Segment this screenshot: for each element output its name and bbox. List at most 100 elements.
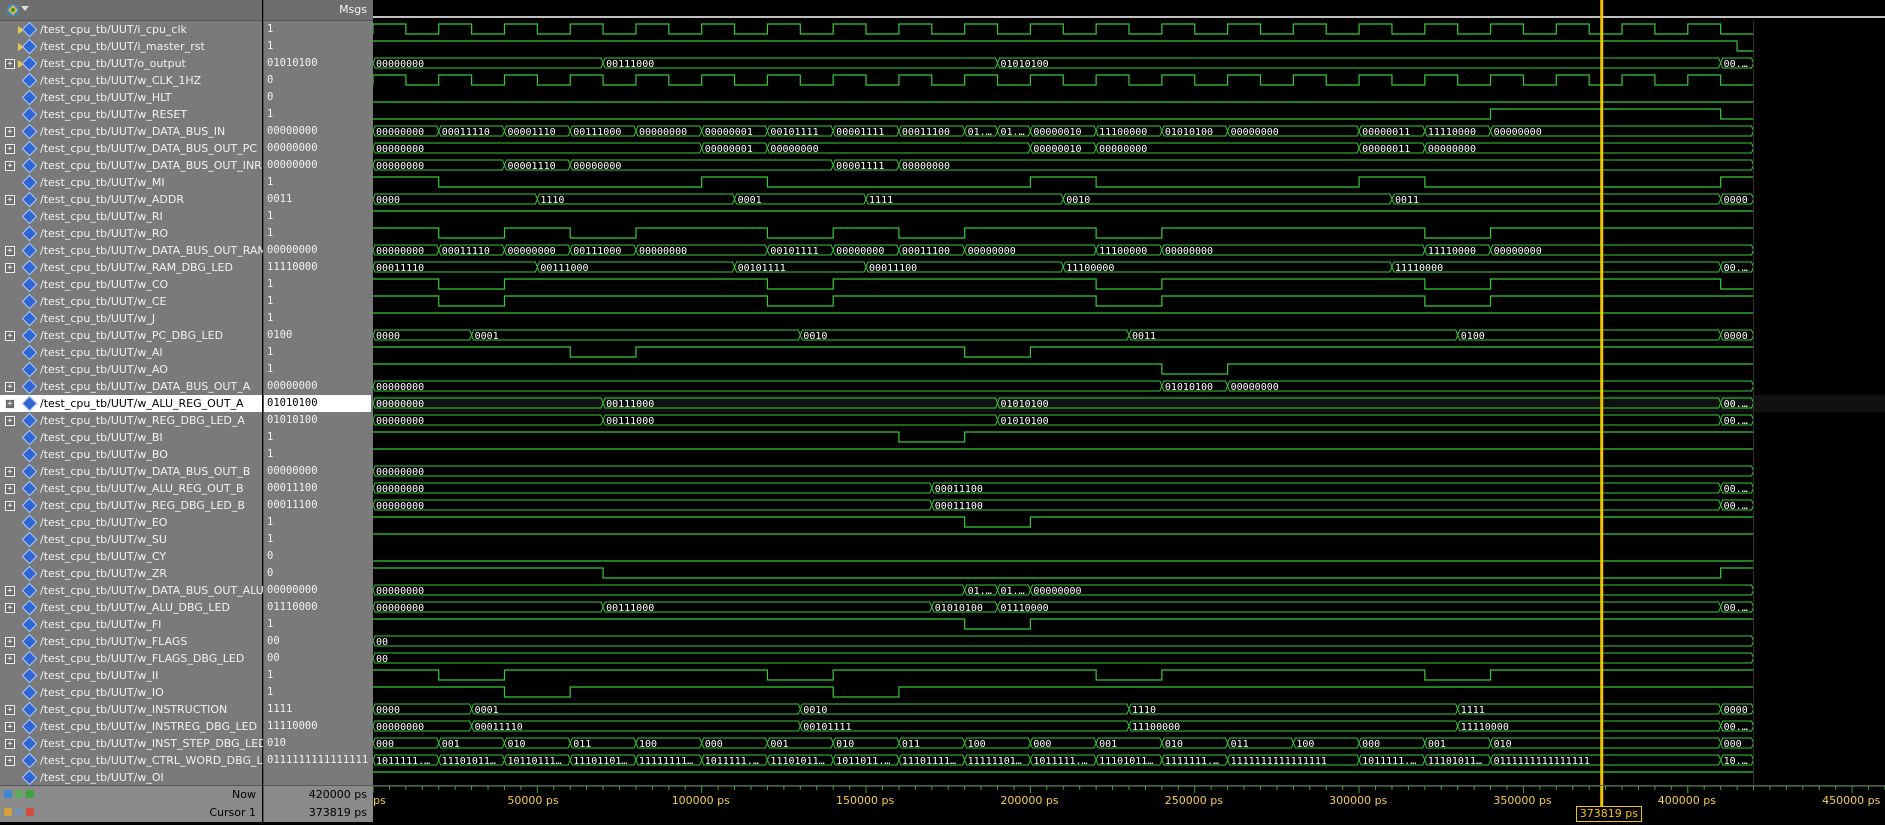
bus-segment[interactable] xyxy=(471,329,801,341)
bus-waveform[interactable]: 00000000 00011110 00001110 00111000 00000000… xyxy=(373,125,1755,138)
signal-row[interactable]: /test_cpu_tb/UUT/w_CY xyxy=(0,548,262,565)
bit-waveform[interactable] xyxy=(373,176,1754,188)
time-axis[interactable]: ps 50000 ps 100000 ps 150000 ps 200000 ps 250… xyxy=(372,785,1885,822)
bit-waveform[interactable] xyxy=(373,40,1754,52)
lock-icon[interactable] xyxy=(4,808,12,816)
signal-row[interactable]: + /test_cpu_tb/UUT/w_DATA_BUS_IN xyxy=(0,123,262,140)
signal-row[interactable]: /test_cpu_tb/UUT/w_IO xyxy=(0,684,262,701)
bus-waveform[interactable]: 00 xyxy=(373,652,1755,665)
signal-value[interactable]: 0111111111111111 xyxy=(267,752,371,769)
signal-row[interactable]: /test_cpu_tb/UUT/w_II xyxy=(0,667,262,684)
bus-segment[interactable] xyxy=(799,703,1130,715)
signal-row[interactable]: + /test_cpu_tb/UUT/w_DATA_BUS_OUT_INR xyxy=(0,157,262,174)
signal-value[interactable]: 1 xyxy=(267,174,371,191)
signal-value[interactable]: 01010100 xyxy=(267,55,371,72)
bus-segment[interactable] xyxy=(373,465,1755,477)
bus-waveform[interactable]: 00000000 00111000 01010100 01110000 00.… xyxy=(373,601,1755,614)
signal-value[interactable]: 1 xyxy=(267,21,371,38)
bus-segment[interactable] xyxy=(1457,703,1722,715)
signal-row[interactable]: /test_cpu_tb/UUT/w_RO xyxy=(0,225,262,242)
bus-waveform[interactable]: 00000000 00111000 01010100 00.… xyxy=(373,57,1755,70)
bus-segment[interactable] xyxy=(996,601,1722,613)
bit-waveform[interactable] xyxy=(373,618,1754,630)
signal-row[interactable]: /test_cpu_tb/UUT/w_SU xyxy=(0,531,262,548)
signal-value[interactable]: 00000000 xyxy=(267,242,371,259)
signal-value[interactable]: 1 xyxy=(267,344,371,361)
zoom-icon[interactable] xyxy=(4,790,12,798)
signal-value[interactable]: 01110000 xyxy=(267,599,371,616)
bus-segment[interactable] xyxy=(799,329,1130,341)
bus-waveform[interactable]: 00011110 00111000 00101111 00011100 11100000… xyxy=(373,261,1755,274)
signal-value[interactable]: 00 xyxy=(267,633,371,650)
signal-row[interactable]: + /test_cpu_tb/UUT/w_INSTREG_DBG_LED xyxy=(0,718,262,735)
signal-row[interactable]: /test_cpu_tb/UUT/w_AI xyxy=(0,344,262,361)
bus-waveform[interactable]: 0000 0001 0010 1110 1111 0000 xyxy=(373,703,1755,716)
bus-waveform[interactable]: 00000000 00000001 00000000 00000010 00000000… xyxy=(373,142,1755,155)
signal-value[interactable]: 1 xyxy=(267,667,371,684)
bus-waveform[interactable]: 0000 0001 0010 0011 0100 0000 xyxy=(373,329,1755,342)
signal-row[interactable]: + /test_cpu_tb/UUT/w_CTRL_WORD_DBG_LED xyxy=(0,752,278,769)
signal-row[interactable]: /test_cpu_tb/UUT/i_cpu_clk xyxy=(0,21,262,38)
edit-icon[interactable] xyxy=(15,808,23,816)
signal-row[interactable]: + /test_cpu_tb/UUT/w_ALU_REG_OUT_A xyxy=(0,395,262,412)
bus-waveform[interactable]: 00000000 01010100 00000000 xyxy=(373,380,1755,393)
bit-waveform[interactable] xyxy=(373,516,1754,528)
expand-icon[interactable]: + xyxy=(5,484,15,494)
expand-icon[interactable]: + xyxy=(5,331,15,341)
bit-waveform[interactable] xyxy=(373,431,1754,443)
bit-waveform[interactable] xyxy=(373,669,1754,681)
signal-value[interactable]: 00000000 xyxy=(267,157,371,174)
signal-row[interactable]: /test_cpu_tb/UUT/w_BI xyxy=(0,429,262,446)
signal-row[interactable]: /test_cpu_tb/UUT/w_EO xyxy=(0,514,262,531)
bit-waveform[interactable] xyxy=(373,363,1754,375)
bit-waveform[interactable] xyxy=(373,227,1754,239)
signal-row[interactable]: + /test_cpu_tb/UUT/w_FLAGS_DBG_LED xyxy=(0,650,262,667)
bus-waveform[interactable]: 00 xyxy=(373,635,1755,648)
bus-segment[interactable] xyxy=(1490,737,1722,749)
add-cursor-icon[interactable] xyxy=(15,790,23,798)
signal-row[interactable]: /test_cpu_tb/UUT/w_ZR xyxy=(0,565,262,582)
bus-segment[interactable] xyxy=(373,499,933,511)
bus-segment[interactable] xyxy=(536,193,736,205)
bus-segment[interactable] xyxy=(1128,703,1459,715)
signal-row[interactable]: + /test_cpu_tb/UUT/w_REG_DBG_LED_B xyxy=(0,497,262,514)
bus-waveform[interactable]: 00000000 00011100 00.… xyxy=(373,482,1755,495)
expand-icon[interactable]: + xyxy=(5,705,15,715)
signal-value[interactable]: 00011100 xyxy=(267,497,371,514)
bus-segment[interactable] xyxy=(373,635,1755,647)
signal-row[interactable]: /test_cpu_tb/UUT/w_AO xyxy=(0,361,262,378)
signal-value[interactable]: 0 xyxy=(267,72,371,89)
signal-row[interactable]: + /test_cpu_tb/UUT/w_REG_DBG_LED_A xyxy=(0,412,262,429)
signal-row[interactable]: + /test_cpu_tb/UUT/w_DATA_BUS_OUT_A xyxy=(0,378,262,395)
bit-waveform[interactable] xyxy=(373,295,1754,307)
signal-value[interactable]: 1 xyxy=(267,446,371,463)
bit-waveform[interactable] xyxy=(373,567,1754,579)
signal-row[interactable]: /test_cpu_tb/UUT/w_RI xyxy=(0,208,262,225)
signal-row[interactable]: /test_cpu_tb/UUT/w_CLK_1HZ xyxy=(0,72,262,89)
signal-value[interactable]: 1 xyxy=(267,38,371,55)
expand-icon[interactable]: + xyxy=(5,756,15,766)
expand-icon[interactable]: + xyxy=(5,144,15,154)
bus-segment[interactable] xyxy=(602,414,999,426)
bit-waveform[interactable] xyxy=(373,346,1754,358)
expand-icon[interactable]: + xyxy=(5,127,15,137)
signal-value[interactable]: 1 xyxy=(267,310,371,327)
signal-value[interactable]: 1 xyxy=(267,361,371,378)
signal-row[interactable]: + /test_cpu_tb/UUT/w_DATA_BUS_OUT_PC xyxy=(0,140,262,157)
signal-row[interactable]: + /test_cpu_tb/UUT/w_RAM_DBG_LED xyxy=(0,259,262,276)
signal-row[interactable]: + /test_cpu_tb/UUT/o_output xyxy=(0,55,262,72)
expand-icon[interactable]: + xyxy=(5,195,15,205)
signal-row[interactable]: /test_cpu_tb/UUT/w_CO xyxy=(0,276,262,293)
bus-waveform[interactable]: 1011111.… 11101011… 10110111… 11101101… 1111… xyxy=(373,754,1755,767)
cursor-time-box[interactable]: 373819 ps xyxy=(1575,806,1642,822)
expand-icon[interactable]: + xyxy=(5,739,15,749)
expand-icon[interactable]: + xyxy=(5,501,15,511)
expand-icon[interactable]: + xyxy=(5,637,15,647)
signal-value[interactable]: 1111 xyxy=(267,701,371,718)
signal-value[interactable]: 00 xyxy=(267,650,371,667)
expand-icon[interactable]: + xyxy=(5,416,15,426)
signal-row[interactable]: + /test_cpu_tb/UUT/w_PC_DBG_LED xyxy=(0,327,262,344)
signal-value[interactable]: 1 xyxy=(267,208,371,225)
signal-value[interactable]: 1 xyxy=(267,429,371,446)
bus-segment[interactable] xyxy=(996,414,1722,426)
